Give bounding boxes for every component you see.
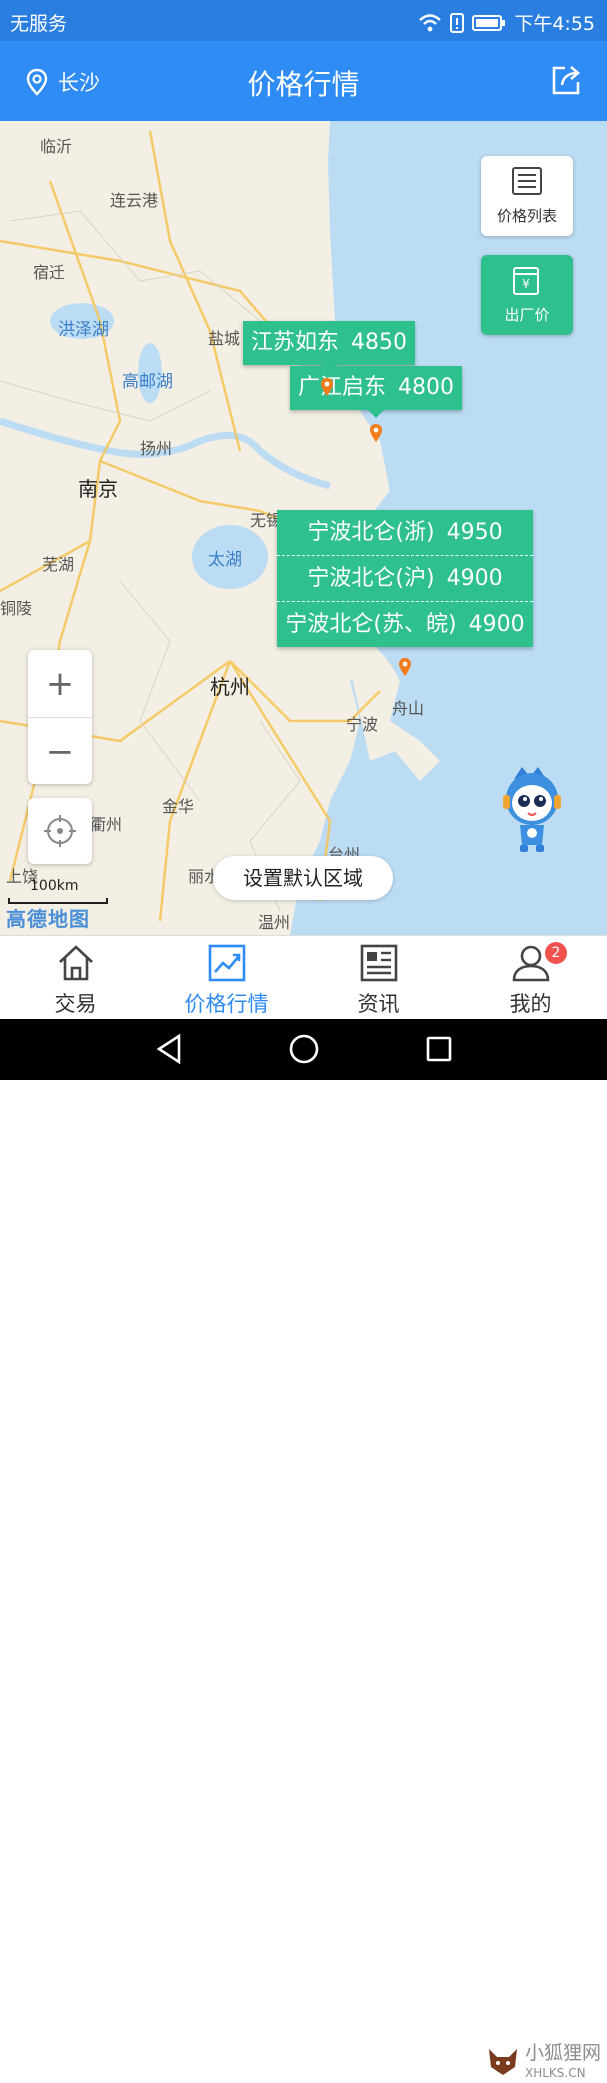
tab-price-quotes[interactable]: 价格行情: [151, 936, 302, 1020]
battery-icon: [472, 14, 506, 31]
tab-label: 资讯: [357, 992, 400, 1016]
city-label: 宁波: [346, 715, 379, 734]
city-label: 杭州: [210, 675, 250, 699]
city-label: 南京: [78, 477, 118, 501]
price-tag-value: 4950: [446, 520, 503, 545]
price-tag-row[interactable]: 宁波北仑(沪) 4900: [277, 556, 533, 602]
location-marker-icon[interactable]: [320, 377, 334, 397]
tab-label: 我的: [509, 992, 552, 1016]
alert-icon: [450, 12, 465, 33]
city-label: 舟山: [392, 699, 425, 718]
price-tag-group[interactable]: 宁波北仑(浙) 4950 宁波北仑(沪) 4900 宁波北仑(苏、皖) 4900: [277, 510, 533, 647]
trend-chart-icon: [208, 944, 246, 982]
price-list-button[interactable]: 价格列表: [481, 156, 573, 236]
city-label: 连云港: [110, 191, 159, 210]
factory-price-button[interactable]: ¥ 出厂价: [481, 255, 573, 335]
watermark: 小狐狸网 XHLKS.CN: [488, 2042, 601, 2083]
news-icon: [360, 944, 398, 982]
city-label: 铜陵: [0, 599, 33, 618]
status-time: 下午4:55: [514, 13, 595, 35]
tab-news[interactable]: 资讯: [303, 936, 454, 1020]
wifi-icon: [419, 13, 442, 31]
city-label: 芜湖: [42, 555, 75, 574]
price-tag-value: 4900: [446, 566, 503, 591]
mascot-assistant-icon[interactable]: [500, 765, 564, 855]
share-icon: [552, 66, 580, 95]
city-label: 临沂: [40, 137, 73, 156]
notification-badge: 2: [545, 942, 567, 964]
tab-trade[interactable]: 交易: [0, 936, 151, 1020]
back-icon[interactable]: [155, 1033, 183, 1065]
factory-price-label: 出厂价: [504, 306, 550, 324]
city-label: 宿迁: [33, 263, 66, 282]
zoom-control: + −: [28, 650, 92, 784]
carrier-text: 无服务: [10, 13, 68, 35]
zoom-out-button[interactable]: −: [28, 717, 92, 785]
location-marker-icon[interactable]: [369, 423, 383, 443]
lake-label: 太湖: [208, 550, 242, 570]
price-list-label: 价格列表: [496, 207, 557, 225]
city-label: 衢州: [90, 815, 123, 834]
yuan-document-icon: ¥: [513, 267, 539, 295]
set-default-area-button[interactable]: 设置默认区域: [213, 856, 393, 900]
app-header: 长沙 价格行情: [0, 41, 607, 121]
city-label: 盐城: [208, 329, 241, 348]
price-tag[interactable]: 江苏如东 4850: [243, 321, 416, 373]
page-title: 价格行情: [247, 68, 360, 101]
price-tag-place: 广江启东: [298, 375, 387, 400]
home-icon: [59, 945, 93, 981]
zoom-in-button[interactable]: +: [28, 650, 92, 717]
status-icons: 下午4:55: [418, 9, 595, 36]
crosshair-icon: [44, 815, 76, 847]
map-view[interactable]: 临沂 连云港 宿迁 盐城 扬州 南京 芜湖 铜陵 无锡 杭州 宁波 舟山 金华 …: [0, 121, 607, 935]
price-tag-value: 4900: [468, 612, 525, 637]
lake-label: 高邮湖: [122, 372, 173, 392]
price-tag[interactable]: 广江启东 4800: [290, 366, 463, 418]
tab-label: 价格行情: [184, 992, 269, 1016]
lake-label: 洪泽湖: [58, 320, 109, 340]
share-button[interactable]: [549, 63, 583, 101]
city-label: 温州: [258, 913, 291, 932]
watermark-domain: XHLKS.CN: [524, 2066, 586, 2080]
recent-apps-icon[interactable]: [425, 1033, 453, 1065]
price-tag-row[interactable]: 宁波北仑(苏、皖) 4900: [277, 602, 533, 647]
list-icon: [512, 167, 542, 195]
locate-me-button[interactable]: [28, 798, 92, 864]
price-tag-place: 宁波北仑(沪): [307, 566, 435, 591]
price-tag-place: 宁波北仑(苏、皖): [285, 612, 457, 637]
home-circle-icon[interactable]: [288, 1033, 320, 1065]
price-tag-place: 江苏如东: [251, 330, 340, 355]
system-nav-bar: 小狐狸网 XHLKS.CN: [0, 1019, 607, 2080]
map-brand-logo: 高德地图: [6, 907, 90, 931]
watermark-title: 小狐狸网: [524, 2042, 601, 2064]
city-label: 金华: [162, 797, 195, 816]
tab-mine[interactable]: 2 我的: [455, 936, 606, 1020]
price-tag-place: 宁波北仑(浙): [307, 520, 435, 545]
status-bar: 无服务 下午4:55: [0, 0, 607, 41]
bottom-tab-bar: 交易 价格行情 资讯 2 我的: [0, 935, 607, 1020]
price-tag-value: 4850: [351, 330, 408, 355]
price-tag-row[interactable]: 宁波北仑(浙) 4950: [277, 510, 533, 556]
price-tag-value: 4800: [398, 375, 455, 400]
scale-label: 100km: [30, 878, 79, 894]
fox-logo-icon: [488, 2049, 517, 2075]
svg-text:¥: ¥: [522, 277, 530, 291]
city-label: 扬州: [140, 439, 173, 458]
location-marker-icon[interactable]: [398, 657, 412, 677]
tab-label: 交易: [54, 992, 97, 1016]
